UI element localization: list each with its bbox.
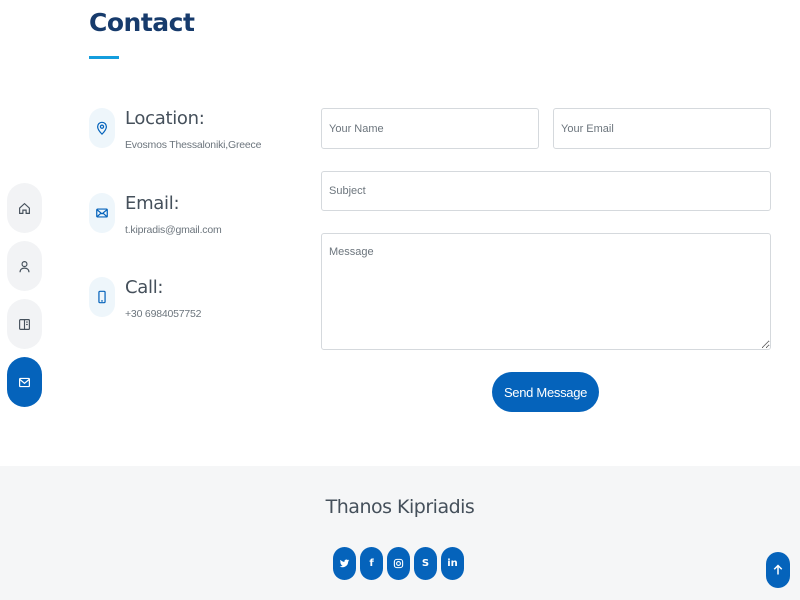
call-heading: Call: [125, 277, 164, 298]
envelope-icon [19, 377, 30, 387]
message-textarea[interactable] [321, 233, 771, 350]
nav-about-button[interactable] [7, 241, 42, 291]
page: Contact Location: Evosmos Thessaloniki,G… [0, 0, 800, 600]
instagram-button[interactable] [387, 547, 410, 580]
facebook-icon: f [369, 558, 374, 569]
envelope-icon [89, 193, 115, 233]
location-text: Evosmos Thessaloniki,Greece [125, 139, 262, 151]
arrow-up-icon [773, 564, 783, 575]
phone-icon [89, 277, 115, 317]
send-message-button[interactable]: Send Message [492, 372, 599, 412]
side-nav [7, 183, 43, 415]
nav-contact-button[interactable] [7, 357, 42, 407]
info-email: Email: t.kipradis@gmail.com [89, 193, 309, 243]
skype-button[interactable]: S [414, 547, 437, 580]
instagram-icon [393, 558, 404, 569]
location-heading: Location: [125, 108, 205, 129]
linkedin-icon: in [447, 558, 458, 569]
call-text: +30 6984057752 [125, 308, 202, 320]
social-links: f S in [333, 547, 464, 580]
section-title: Contact [89, 8, 195, 37]
person-icon [19, 260, 30, 272]
title-underline [89, 56, 119, 59]
twitter-icon [339, 559, 350, 568]
email-heading: Email: [125, 193, 180, 214]
facebook-button[interactable]: f [360, 547, 383, 580]
skype-icon: S [421, 558, 430, 569]
email-input[interactable] [553, 108, 771, 149]
info-location: Location: Evosmos Thessaloniki,Greece [89, 108, 309, 158]
name-input[interactable] [321, 108, 539, 149]
nav-resume-button[interactable] [7, 299, 42, 349]
back-to-top-button[interactable] [766, 552, 790, 588]
file-icon [19, 318, 30, 330]
linkedin-button[interactable]: in [441, 547, 464, 580]
subject-input[interactable] [321, 171, 771, 211]
map-pin-icon [89, 108, 115, 148]
info-call: Call: +30 6984057752 [89, 277, 309, 327]
footer-name: Thanos Kipriadis [325, 496, 475, 518]
twitter-button[interactable] [333, 547, 356, 580]
email-text: t.kipradis@gmail.com [125, 224, 222, 236]
home-icon [19, 202, 30, 214]
footer: Thanos Kipriadis f S in [0, 466, 800, 600]
nav-home-button[interactable] [7, 183, 42, 233]
